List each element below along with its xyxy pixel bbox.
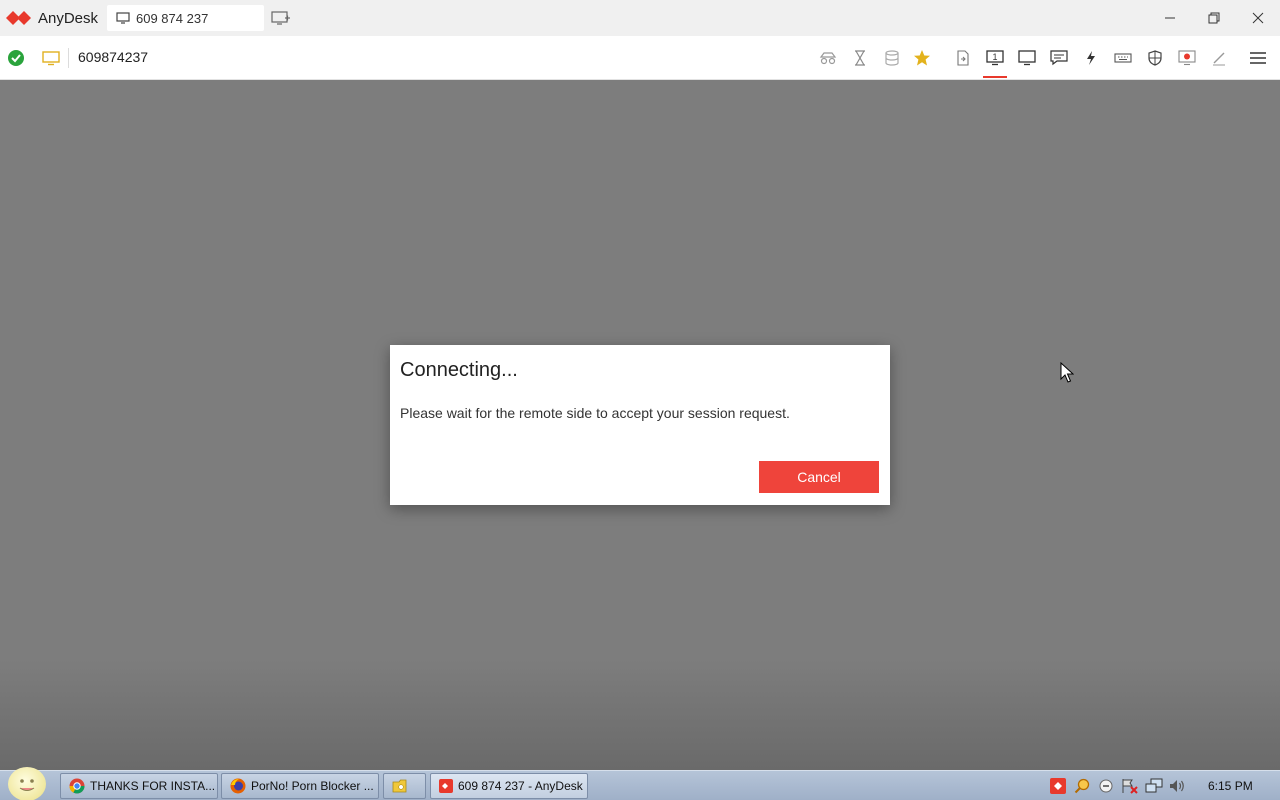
- network-tray-icon[interactable]: [1145, 777, 1163, 795]
- svg-text:1: 1: [992, 52, 997, 62]
- start-button[interactable]: [8, 767, 46, 800]
- search-tray-icon[interactable]: [1073, 777, 1091, 795]
- session-tab-label: 609 874 237: [136, 10, 209, 26]
- taskbar-clock[interactable]: 6:15 PM: [1208, 779, 1253, 793]
- anydesk-logo-icon: [6, 11, 31, 25]
- minus-tray-icon[interactable]: [1097, 777, 1115, 795]
- chrome-icon: [69, 778, 85, 794]
- record-icon[interactable]: [1176, 47, 1198, 69]
- remote-area-shade: [0, 660, 1280, 770]
- task-anydesk[interactable]: 609 874 237 - AnyDesk: [430, 773, 588, 799]
- privacy-icon[interactable]: [817, 47, 839, 69]
- dialog-title: Connecting...: [400, 359, 518, 381]
- title-bar: AnyDesk 609 874 237: [0, 0, 1280, 36]
- new-tab-button[interactable]: [271, 10, 291, 31]
- task-firefox[interactable]: PorNo! Porn Blocker ...: [221, 773, 379, 799]
- firefox-icon: [230, 778, 246, 794]
- monitor-icon: [116, 12, 130, 24]
- address-toolbar: 609874237 1: [0, 36, 1280, 80]
- restore-icon: [1208, 12, 1220, 24]
- address-input[interactable]: 609874237: [78, 49, 148, 65]
- action-center-tray-icon[interactable]: [1121, 777, 1139, 795]
- minimize-button[interactable]: [1148, 0, 1192, 36]
- anydesk-tray-icon[interactable]: [1049, 777, 1067, 795]
- connecting-dialog: Connecting... Please wait for the remote…: [390, 345, 890, 505]
- folder-icon: [392, 779, 407, 793]
- task-chrome[interactable]: THANKS FOR INSTA...: [60, 773, 218, 799]
- task-folder[interactable]: [383, 773, 426, 799]
- anydesk-icon: [439, 779, 453, 793]
- permissions-icon[interactable]: [1144, 47, 1166, 69]
- chat-icon[interactable]: [1048, 47, 1070, 69]
- display-1-icon[interactable]: 1: [984, 47, 1006, 69]
- remote-desk-icon: [42, 50, 60, 71]
- star-icon[interactable]: [911, 47, 933, 69]
- dialog-message: Please wait for the remote side to accep…: [400, 405, 790, 421]
- whiteboard-icon[interactable]: [1208, 47, 1230, 69]
- minimize-icon: [1165, 17, 1175, 19]
- monitor-icon[interactable]: [1016, 47, 1038, 69]
- volume-tray-icon[interactable]: [1169, 777, 1187, 795]
- close-icon: [1252, 12, 1264, 24]
- task-label: PorNo! Porn Blocker ...: [251, 779, 374, 793]
- connection-status-icon: [8, 50, 24, 71]
- cancel-button[interactable]: Cancel: [759, 461, 879, 493]
- active-display-indicator: [983, 76, 1007, 78]
- menu-icon[interactable]: [1247, 47, 1269, 69]
- new-session-icon: [271, 11, 290, 25]
- task-label: THANKS FOR INSTA...: [90, 779, 216, 793]
- anydesk-logo: AnyDesk: [0, 0, 98, 36]
- toolbar-separator: [68, 48, 69, 68]
- file-transfer-icon[interactable]: [952, 47, 974, 69]
- smiley-start-icon: [19, 779, 35, 791]
- hourglass-icon[interactable]: [849, 47, 871, 69]
- task-label: 609 874 237 - AnyDesk: [458, 779, 583, 793]
- restore-button[interactable]: [1192, 0, 1236, 36]
- close-button[interactable]: [1236, 0, 1280, 36]
- taskbar: THANKS FOR INSTA... PorNo! Porn Blocker …: [0, 767, 1280, 800]
- actions-icon[interactable]: [1080, 47, 1102, 69]
- session-tab[interactable]: 609 874 237: [107, 5, 264, 31]
- app-name: AnyDesk: [38, 9, 99, 27]
- mouse-pointer-icon: [1060, 361, 1075, 389]
- database-icon[interactable]: [881, 47, 903, 69]
- keyboard-icon[interactable]: [1112, 47, 1134, 69]
